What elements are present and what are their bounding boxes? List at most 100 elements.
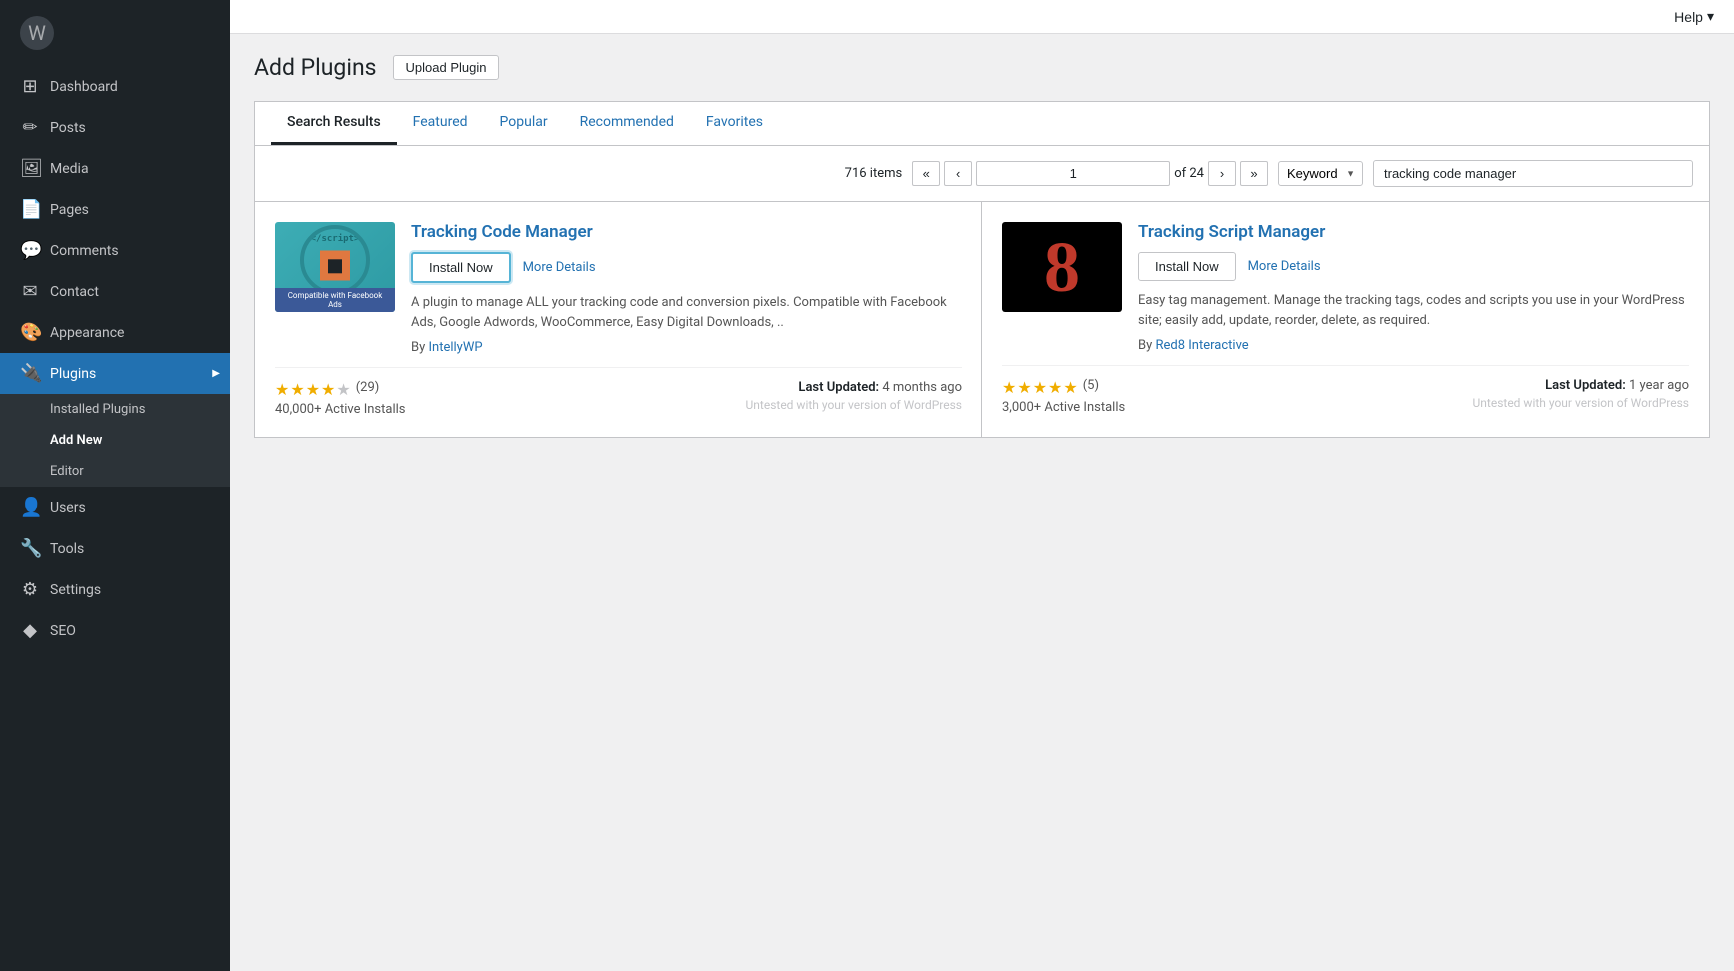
appearance-icon: 🎨 (20, 322, 40, 343)
star-4: ★ (321, 380, 335, 399)
plugin-info-tcm: Tracking Code Manager Install Now More D… (411, 222, 962, 355)
pagination-controls: « ‹ of 24 › » (912, 161, 1268, 186)
plugin-thumbnail-tcm: </script> Compatible with Facebook Ads (275, 222, 395, 312)
plugin-title-tsm[interactable]: Tracking Script Manager (1138, 222, 1689, 242)
compat-text-tsm: Untested with your version of WordPress (1473, 396, 1690, 410)
star-3-tsm: ★ (1033, 378, 1047, 397)
sidebar-item-posts[interactable]: ✏ Posts (0, 107, 230, 148)
tab-popular[interactable]: Popular (484, 102, 564, 145)
more-details-link-tcm[interactable]: More Details (523, 260, 596, 275)
plugins-submenu: Installed Plugins Add New Editor (0, 394, 230, 487)
install-now-button-tcm[interactable]: Install Now (411, 252, 511, 283)
pages-icon: 📄 (20, 199, 40, 220)
star-4-tsm: ★ (1048, 378, 1062, 397)
sidebar-item-appearance[interactable]: 🎨 Appearance (0, 312, 230, 353)
users-icon: 👤 (20, 497, 40, 518)
plugin-card-tracking-script-manager: 8 Tracking Script Manager Install Now Mo… (981, 201, 1710, 438)
plugin-title-tcm[interactable]: Tracking Code Manager (411, 222, 962, 242)
sidebar-item-pages[interactable]: 📄 Pages (0, 189, 230, 230)
sidebar-item-seo[interactable]: ◆ SEO (0, 610, 230, 651)
contact-icon: ✉ (20, 281, 40, 302)
sidebar-item-media[interactable]: 🖼 Media (0, 148, 230, 189)
author-prefix-tsm: By (1138, 338, 1152, 353)
tab-recommended[interactable]: Recommended (564, 102, 690, 145)
sidebar-item-label: Media (50, 161, 89, 177)
star-1-tsm: ★ (1002, 378, 1016, 397)
sidebar-item-plugins[interactable]: 🔌 Plugins ▶ (0, 353, 230, 394)
pagination-info: 716 items (845, 166, 903, 181)
meta-section-tcm: Last Updated: 4 months ago Untested with… (746, 380, 963, 412)
dashboard-icon: ⊞ (20, 76, 40, 97)
sidebar-item-tools[interactable]: 🔧 Tools (0, 528, 230, 569)
search-pagination-row: 716 items « ‹ of 24 › » Keyword Tag Auth… (254, 146, 1710, 202)
star-2-tsm: ★ (1017, 378, 1031, 397)
sidebar-item-label: Plugins (50, 366, 96, 382)
sidebar-item-label: Comments (50, 243, 119, 259)
tabs-area: Search Results Featured Popular Recommen… (254, 101, 1710, 146)
install-now-button-tsm[interactable]: Install Now (1138, 252, 1236, 281)
meta-section-tsm: Last Updated: 1 year ago Untested with y… (1473, 378, 1690, 410)
star-5: ★ (336, 380, 350, 399)
author-link-tsm[interactable]: Red8 Interactive (1156, 338, 1249, 353)
pagination-first-button[interactable]: « (912, 161, 940, 186)
posts-icon: ✏ (20, 117, 40, 138)
page-header: Add Plugins Upload Plugin (254, 54, 1710, 81)
sidebar-item-label: Pages (50, 202, 89, 218)
sidebar-item-label: Users (50, 500, 86, 516)
compat-text-tcm: Untested with your version of WordPress (746, 398, 963, 412)
plugin-card-header: </script> Compatible with Facebook Ads T… (275, 222, 962, 355)
sidebar-item-label: Tools (50, 541, 84, 557)
pagination-next-button[interactable]: › (1208, 161, 1236, 186)
more-details-link-tsm[interactable]: More Details (1248, 259, 1321, 274)
plugin-description-tsm: Easy tag management. Manage the tracking… (1138, 291, 1689, 330)
topbar: Help ▾ (230, 0, 1734, 34)
pagination-of-label: of 24 (1174, 166, 1204, 181)
sidebar-item-dashboard[interactable]: ⊞ Dashboard (0, 66, 230, 107)
tab-search-results[interactable]: Search Results (271, 102, 397, 145)
last-updated-label-tcm: Last Updated: (798, 380, 879, 395)
stars-tsm: ★ ★ ★ ★ ★ (5) (1002, 378, 1125, 397)
rating-section-tcm: ★ ★ ★ ★ ★ (29) 40,000+ Active Installs (275, 380, 406, 417)
sidebar-item-label: Dashboard (50, 79, 118, 95)
help-button[interactable]: Help ▾ (1674, 8, 1714, 25)
tabs-nav: Search Results Featured Popular Recommen… (255, 102, 1709, 146)
sidebar-item-contact[interactable]: ✉ Contact (0, 271, 230, 312)
keyword-select[interactable]: Keyword Tag Author (1278, 161, 1363, 186)
plugin-author-tsm: By Red8 Interactive (1138, 338, 1689, 353)
upload-plugin-button[interactable]: Upload Plugin (393, 55, 500, 80)
sidebar-sub-editor[interactable]: Editor (0, 456, 230, 487)
page-content: Add Plugins Upload Plugin Search Results… (230, 34, 1734, 971)
pagination-last-button[interactable]: » (1240, 161, 1268, 186)
active-installs-tsm: 3,000+ Active Installs (1002, 400, 1125, 415)
tab-favorites[interactable]: Favorites (690, 102, 779, 145)
wp-icon: W (20, 16, 54, 50)
plugin-card-tracking-code-manager: </script> Compatible with Facebook Ads T… (254, 201, 983, 438)
last-updated-label-tsm: Last Updated: (1545, 378, 1626, 393)
tools-icon: 🔧 (20, 538, 40, 559)
last-updated-tsm: Last Updated: 1 year ago (1473, 378, 1690, 393)
sidebar-item-comments[interactable]: 💬 Comments (0, 230, 230, 271)
tab-featured[interactable]: Featured (397, 102, 484, 145)
page-title: Add Plugins (254, 54, 377, 81)
plugins-arrow-icon: ▶ (212, 368, 220, 379)
search-input[interactable] (1373, 160, 1693, 187)
plugin-footer-tcm: ★ ★ ★ ★ ★ (29) 40,000+ Active Installs L… (275, 367, 962, 417)
plugins-grid: </script> Compatible with Facebook Ads T… (254, 202, 1710, 438)
star-3: ★ (306, 380, 320, 399)
author-link-tcm[interactable]: IntellyWP (429, 340, 483, 355)
pagination-prev-button[interactable]: ‹ (944, 161, 972, 186)
square-inner-decoration (328, 259, 342, 273)
rating-count-tcm: (29) (356, 380, 380, 399)
sidebar-sub-add-new[interactable]: Add New (0, 425, 230, 456)
star-2: ★ (290, 380, 304, 399)
sidebar-item-settings[interactable]: ⚙ Settings (0, 569, 230, 610)
plugins-icon: 🔌 (20, 363, 40, 384)
plugin-author-tcm: By IntellyWP (411, 340, 962, 355)
pagination-current-input[interactable] (976, 161, 1170, 186)
sidebar: W ⊞ Dashboard ✏ Posts 🖼 Media 📄 Pages 💬 … (0, 0, 230, 971)
star-1: ★ (275, 380, 289, 399)
sidebar-item-label: Posts (50, 120, 86, 136)
last-updated-value-tsm: 1 year ago (1629, 378, 1689, 393)
sidebar-item-users[interactable]: 👤 Users (0, 487, 230, 528)
sidebar-sub-installed-plugins[interactable]: Installed Plugins (0, 394, 230, 425)
